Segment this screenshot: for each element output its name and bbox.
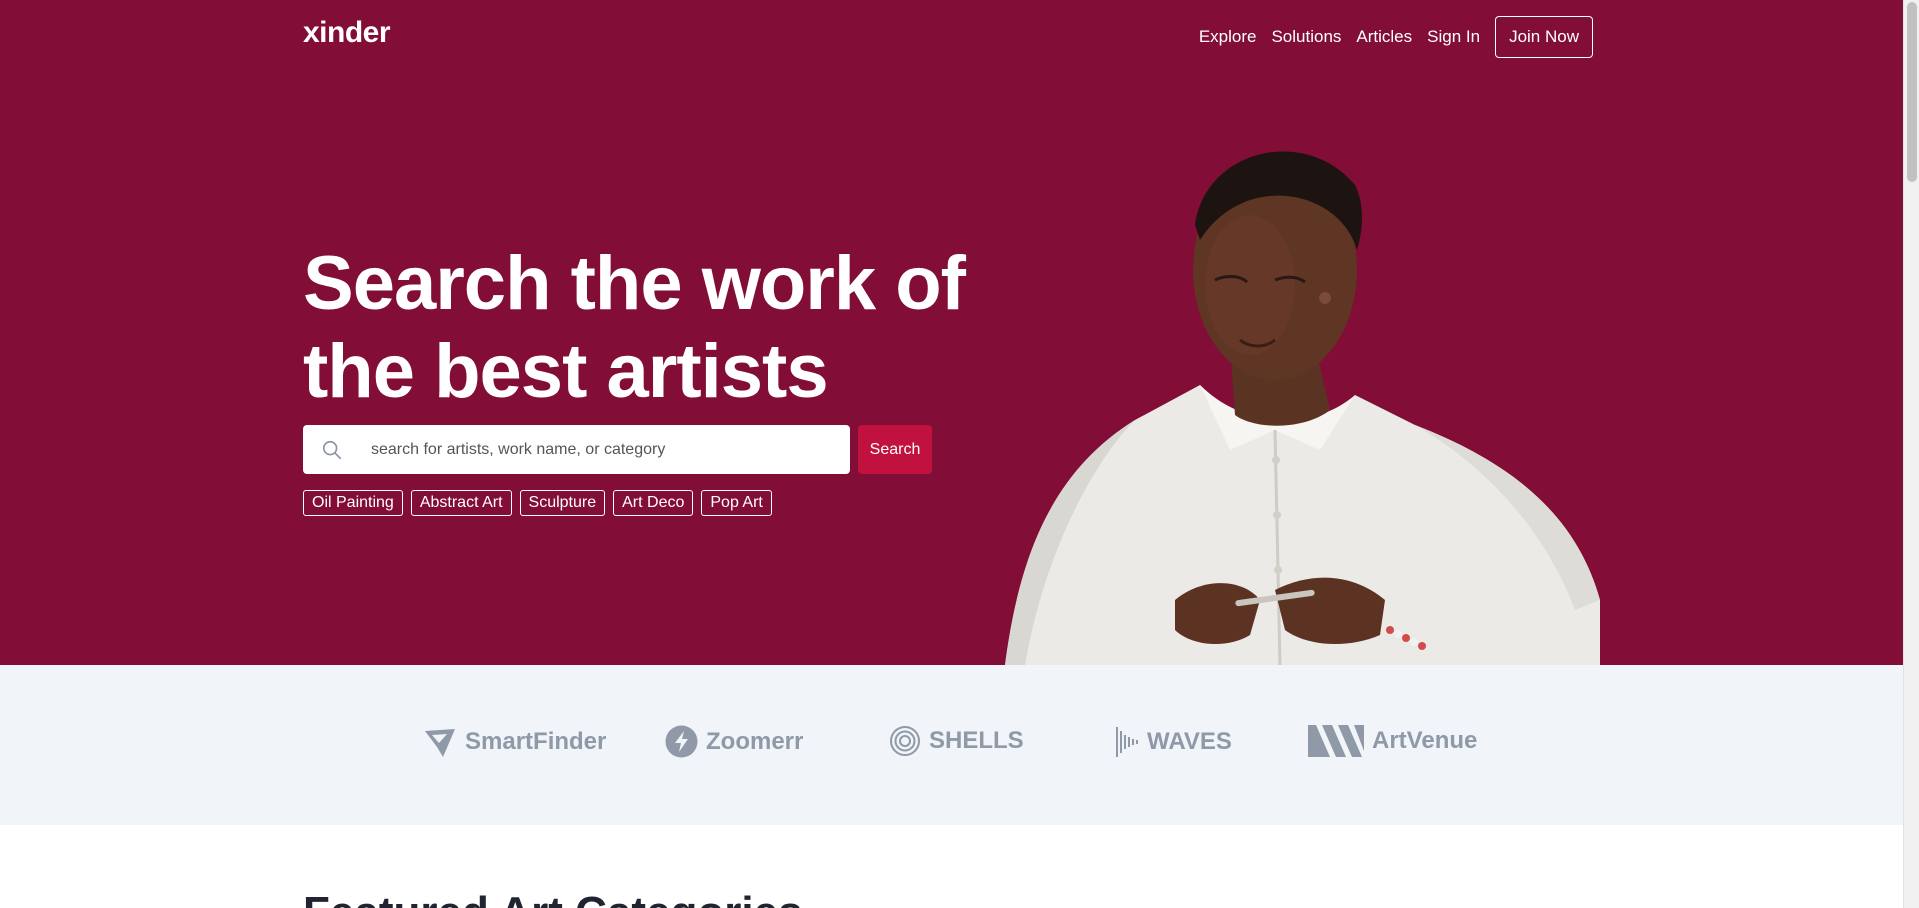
stripes-icon <box>1308 725 1364 757</box>
partner-waves-label: WAVES <box>1147 728 1232 755</box>
nav-links: Explore Solutions Articles Sign In Join … <box>1199 16 1593 58</box>
tag-art-deco[interactable]: Art Deco <box>613 490 694 516</box>
search-icon <box>322 440 342 459</box>
spiral-icon <box>890 726 920 756</box>
hero-headline-line-1: Search the work of <box>303 241 966 326</box>
scrollbar[interactable] <box>1903 0 1919 908</box>
tag-sculpture[interactable]: Sculpture <box>519 490 606 516</box>
partner-smartfinder: SmartFinder <box>423 725 606 759</box>
nav-solutions[interactable]: Solutions <box>1271 27 1341 47</box>
search-button[interactable]: Search <box>858 425 932 474</box>
partner-artvenue: ArtVenue <box>1308 725 1477 757</box>
top-nav: xinder Explore Solutions Articles Sign I… <box>303 0 1593 70</box>
partner-smartfinder-label: SmartFinder <box>465 728 607 755</box>
partner-zoomerr: Zoomerr <box>665 725 803 758</box>
partner-shells-label: SHELLS <box>929 727 1024 754</box>
featured-heading: Featured Art Categories <box>303 888 803 908</box>
hero-headline: Search the work of the best artists <box>303 240 1003 416</box>
category-tags: Oil Painting Abstract Art Sculpture Art … <box>303 490 772 516</box>
smartfinder-icon <box>425 729 455 757</box>
search-box <box>303 425 850 474</box>
tag-oil-painting[interactable]: Oil Painting <box>303 490 403 516</box>
partner-waves: WAVES <box>1115 725 1232 759</box>
partner-logos: SmartFinder Zoomerr SHELLS WAVES ArtVenu… <box>0 665 1903 825</box>
brand-logo[interactable]: xinder <box>303 16 391 50</box>
hero-section: xinder Explore Solutions Articles Sign I… <box>0 0 1903 665</box>
search-input[interactable] <box>371 440 811 459</box>
nav-articles[interactable]: Articles <box>1356 27 1412 47</box>
hero-headline-line-2: the best artists <box>303 329 829 414</box>
partner-shells: SHELLS <box>889 725 1024 757</box>
nav-explore[interactable]: Explore <box>1199 27 1257 47</box>
tag-abstract-art[interactable]: Abstract Art <box>410 490 512 516</box>
join-now-button[interactable]: Join Now <box>1495 16 1593 58</box>
lightning-icon <box>665 725 698 758</box>
nav-sign-in[interactable]: Sign In <box>1427 27 1480 47</box>
hero-artist-image <box>1005 151 1600 665</box>
waveform-icon <box>1116 727 1138 757</box>
tag-pop-art[interactable]: Pop Art <box>701 490 772 516</box>
page: xinder Explore Solutions Articles Sign I… <box>0 0 1903 908</box>
partner-zoomerr-label: Zoomerr <box>706 727 804 755</box>
partner-artvenue-label: ArtVenue <box>1372 727 1478 754</box>
scrollbar-thumb[interactable] <box>1907 2 1917 182</box>
